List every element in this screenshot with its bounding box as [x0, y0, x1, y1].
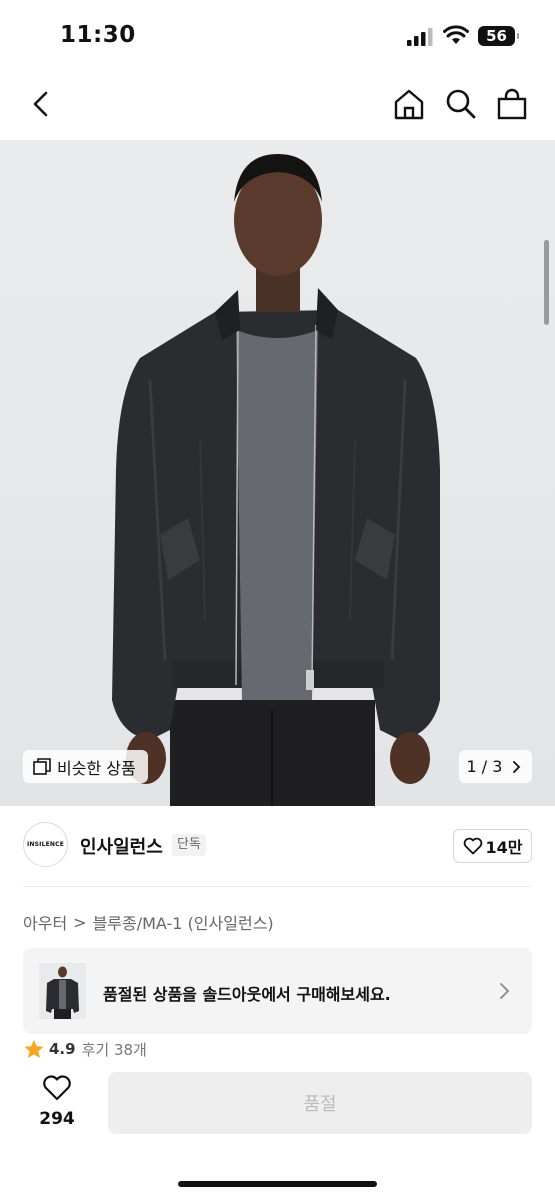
review-count: 후기 38개 — [81, 1040, 147, 1059]
signal-icon — [407, 28, 433, 46]
divider — [23, 886, 532, 887]
model-jacket-photo — [0, 140, 555, 806]
product-thumbnail — [39, 963, 86, 1019]
similar-items-icon — [33, 757, 51, 775]
rating-summary[interactable]: 4.9 후기 38개 — [23, 1040, 147, 1058]
wifi-icon — [443, 25, 469, 44]
home-indicator — [178, 1181, 377, 1187]
brand-logo[interactable]: INSILENCE — [23, 822, 68, 867]
shopping-bag-icon[interactable] — [495, 87, 529, 121]
nav-bar — [0, 70, 555, 140]
soldout-banner[interactable]: 품절된 상품을 솔드아웃에서 구매해보세요. — [23, 948, 532, 1034]
brand-name[interactable]: 인사일런스 — [80, 833, 163, 859]
rating-score: 4.9 — [49, 1040, 76, 1058]
home-icon[interactable] — [392, 87, 426, 121]
brand-like-button[interactable]: 14만 — [453, 829, 532, 863]
chevron-right-icon — [513, 760, 521, 773]
star-icon — [24, 1040, 44, 1058]
breadcrumb-separator: > — [73, 912, 87, 932]
similar-products-label: 비슷한 상품 — [57, 758, 136, 778]
wishlist-count: 294 — [39, 1109, 75, 1129]
heart-icon — [463, 837, 482, 855]
brand-like-count: 14만 — [485, 838, 523, 857]
breadcrumb-subcategory[interactable]: 블루종/MA-1 (인사일런스) — [93, 910, 274, 934]
search-icon[interactable] — [444, 87, 478, 121]
soldout-button[interactable]: 품절 — [108, 1072, 532, 1134]
chevron-right-icon — [500, 983, 510, 999]
battery-icon: 56 — [478, 26, 519, 46]
scrollbar[interactable] — [544, 240, 549, 325]
exclusive-badge: 단독 — [172, 834, 206, 856]
image-pager[interactable]: 1 / 3 — [459, 750, 532, 783]
wishlist-button[interactable]: 294 — [30, 1075, 84, 1135]
pager-text: 1 / 3 — [466, 757, 503, 776]
status-bar: 11:30 56 — [0, 0, 555, 70]
product-image[interactable] — [0, 140, 555, 806]
breadcrumb-category[interactable]: 아우터 — [23, 910, 67, 934]
similar-products-button[interactable]: 비슷한 상품 — [23, 750, 148, 783]
status-time: 11:30 — [60, 22, 136, 48]
bottom-action-bar: 294 품절 — [0, 1058, 555, 1200]
heart-icon — [43, 1075, 71, 1101]
brand-row: INSILENCE 인사일런스 단독 14만 — [0, 806, 555, 886]
back-arrow-icon[interactable] — [24, 87, 58, 121]
breadcrumb: 아우터 > 블루종/MA-1 (인사일런스) — [23, 910, 274, 934]
soldout-message: 품절된 상품을 솔드아웃에서 구매해보세요. — [103, 985, 391, 1004]
